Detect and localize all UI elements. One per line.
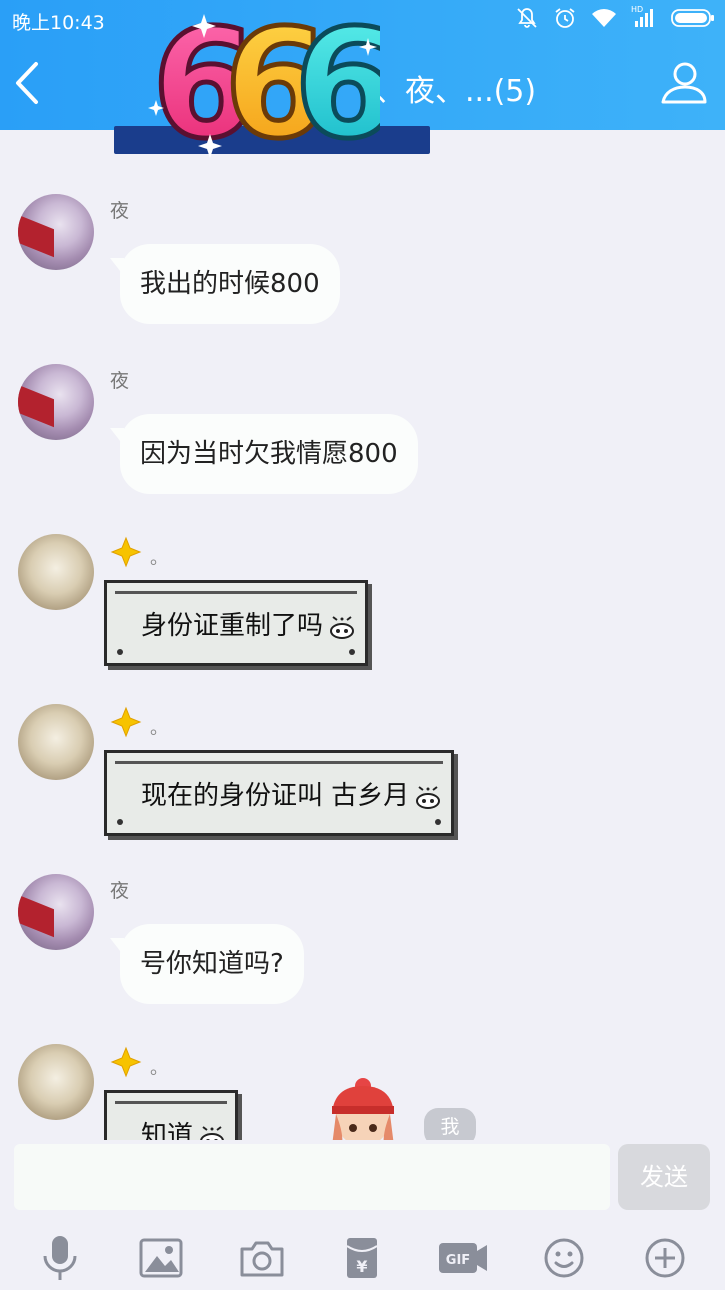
avatar[interactable] <box>18 194 94 270</box>
sticker-666: 6 6 6 <box>148 8 380 168</box>
message-bubble[interactable]: 号你知道吗? <box>110 924 304 1004</box>
sparkle-icon <box>110 706 142 738</box>
pig-face-icon <box>330 616 355 639</box>
message-row: 夜 号你知道吗? <box>18 874 718 1014</box>
avatar[interactable] <box>18 534 94 610</box>
alarm-icon <box>555 8 575 28</box>
sender-name: 。 <box>110 704 168 740</box>
mute-bell-icon <box>517 8 537 28</box>
sender-name: 夜 <box>110 200 130 222</box>
message-row: 。 身份证重制了吗 <box>18 534 718 674</box>
chevron-left-icon <box>16 62 38 104</box>
pig-face-icon <box>416 786 441 809</box>
message-row: 夜 因为当时欠我情愿800 <box>18 364 718 504</box>
sparkle-icon <box>110 1046 142 1078</box>
chat-title: 。、夜、...(5) <box>360 74 537 109</box>
avatar[interactable] <box>18 704 94 780</box>
image-icon[interactable] <box>134 1231 188 1285</box>
hd-label: HD <box>631 5 644 14</box>
message-text: 身份证重制了吗 <box>141 611 324 641</box>
plus-icon[interactable] <box>638 1231 692 1285</box>
sparkle-icon <box>110 536 142 568</box>
sender-name-text: 。 <box>150 718 168 739</box>
red-packet-icon[interactable]: ¥ <box>335 1231 389 1285</box>
signal-icon: HD <box>631 5 657 29</box>
emoji-icon[interactable] <box>537 1231 591 1285</box>
sender-name-text: 。 <box>150 1058 168 1079</box>
person-icon <box>661 62 707 104</box>
composer: 发送 ¥ GIF <box>0 1140 725 1290</box>
svg-text:¥: ¥ <box>357 1257 368 1276</box>
sender-name: 。 <box>110 534 168 570</box>
message-row: 。 现在的身份证叫 古乡月 <box>18 704 718 844</box>
status-icons: HD <box>515 5 715 30</box>
digit-6-cyan: 6 <box>294 8 380 168</box>
battery-icon <box>671 9 714 27</box>
wifi-icon <box>592 9 616 27</box>
my-avatar-sticker[interactable] <box>324 1074 402 1146</box>
camera-icon[interactable] <box>235 1231 289 1285</box>
svg-text:GIF: GIF <box>446 1253 470 1268</box>
message-bubble[interactable]: 因为当时欠我情愿800 <box>110 414 418 494</box>
message-text: 现在的身份证叫 古乡月 <box>141 781 410 811</box>
avatar[interactable] <box>18 364 94 440</box>
avatar[interactable] <box>18 1044 94 1120</box>
message-bubble[interactable]: 知道 <box>104 1090 239 1144</box>
sender-name: 夜 <box>110 370 130 392</box>
message-bubble[interactable]: 现在的身份证叫 古乡月 <box>104 750 455 836</box>
group-members-button[interactable] <box>659 60 707 106</box>
avatar[interactable] <box>18 874 94 950</box>
sender-name: 。 <box>110 1044 168 1080</box>
message-input[interactable] <box>14 1144 610 1210</box>
message-row: 夜 我出的时候800 <box>18 194 718 334</box>
gif-icon[interactable]: GIF <box>436 1231 490 1285</box>
send-button[interactable]: 发送 <box>618 1144 710 1210</box>
status-time: 晚上10:43 <box>12 12 105 34</box>
message-bubble[interactable]: 我出的时候800 <box>110 244 340 324</box>
message-bubble[interactable]: 身份证重制了吗 <box>104 580 369 666</box>
sender-name-text: 。 <box>150 548 168 569</box>
microphone-icon[interactable] <box>33 1231 87 1285</box>
sender-name: 夜 <box>110 880 130 902</box>
composer-toolbar: ¥ GIF <box>0 1228 725 1288</box>
back-button[interactable] <box>8 58 48 108</box>
